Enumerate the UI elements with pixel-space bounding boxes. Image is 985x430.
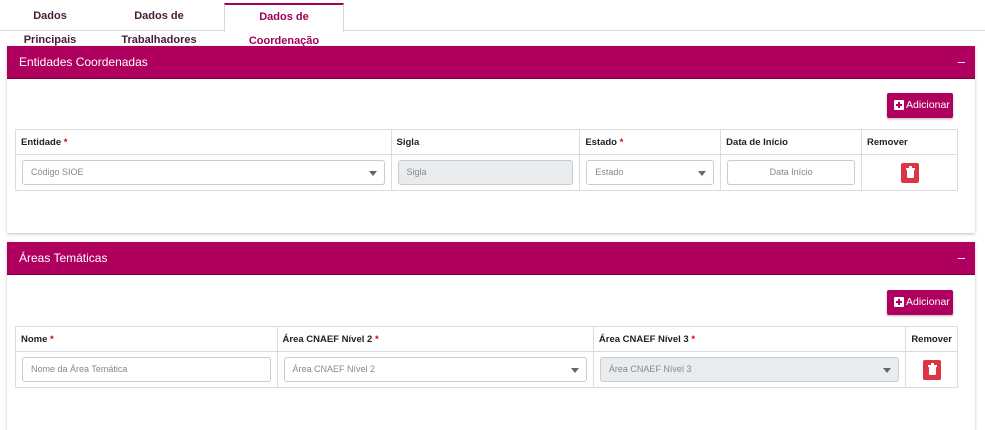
add-area-button[interactable]: Adicionar — [887, 290, 953, 315]
tab-dados-principais[interactable]: Dados Principais — [6, 4, 94, 46]
plus-square-icon — [894, 100, 904, 110]
col-nivel2: Área CNAEF Nível 2 * — [276, 326, 594, 352]
tab-bar: Dados Principais Dados de Trabalhadores … — [0, 0, 985, 47]
trash-icon — [928, 366, 936, 375]
col-nivel3: Área CNAEF Nível 3 * — [592, 326, 907, 352]
cell-nome: Nome da Área Temática — [15, 351, 278, 388]
estado-select-placeholder: Estado — [595, 167, 624, 177]
chevron-down-icon — [368, 171, 377, 176]
col-nome: Nome * — [15, 326, 278, 352]
nivel3-select: Área CNAEF Nível 3 — [599, 357, 900, 382]
entidade-select[interactable]: Código SIOE — [22, 160, 385, 185]
delete-area-button[interactable] — [922, 359, 941, 380]
entidades-panel-header: Entidades Coordenadas – — [7, 46, 975, 79]
add-entidade-button[interactable]: Adicionar — [887, 93, 953, 118]
cell-nivel2: Área CNAEF Nível 2 — [276, 351, 594, 388]
entidades-table: Entidade * Sigla Estado * Data de Início… — [15, 129, 958, 191]
nivel2-select-placeholder: Área CNAEF Nível 2 — [292, 364, 376, 374]
table-row: Código SIOE Sigla Estado Data Início — [15, 154, 958, 191]
plus-square-icon — [894, 297, 904, 307]
estado-select[interactable]: Estado — [586, 160, 715, 185]
cell-estado: Estado — [579, 154, 722, 191]
areas-panel: Áreas Temáticas – Adicionar Nome * Área … — [7, 242, 975, 430]
entidades-panel: Entidades Coordenadas – Adicionar Entida… — [7, 46, 975, 233]
trash-icon — [906, 169, 914, 178]
cell-data-inicio: Data Início — [720, 154, 863, 191]
nivel3-select-placeholder: Área CNAEF Nível 3 — [608, 364, 692, 374]
cell-nivel3: Área CNAEF Nível 3 — [592, 351, 907, 388]
collapse-icon[interactable]: – — [958, 54, 965, 69]
add-area-button-label: Adicionar — [906, 296, 950, 308]
nome-area-input[interactable]: Nome da Área Temática — [22, 357, 271, 382]
table-header-row: Nome * Área CNAEF Nível 2 * Área CNAEF N… — [15, 326, 958, 352]
chevron-down-icon — [698, 171, 707, 176]
cell-remover — [905, 351, 958, 388]
entidade-select-placeholder: Código SIOE — [31, 167, 84, 177]
cell-sigla: Sigla — [390, 154, 581, 191]
chevron-down-icon — [883, 368, 892, 373]
col-remover: Remover — [905, 326, 958, 352]
col-entidade: Entidade * — [15, 129, 392, 155]
delete-entidade-button[interactable] — [900, 162, 919, 183]
areas-panel-header: Áreas Temáticas – — [7, 242, 975, 275]
sigla-input: Sigla — [397, 160, 574, 185]
sigla-input-placeholder: Sigla — [406, 167, 427, 177]
data-inicio-input[interactable]: Data Início — [727, 160, 856, 185]
col-sigla: Sigla — [390, 129, 581, 155]
table-header-row: Entidade * Sigla Estado * Data de Início… — [15, 129, 958, 155]
cell-entidade: Código SIOE — [15, 154, 392, 191]
col-data-inicio: Data de Início — [720, 129, 863, 155]
table-row: Nome da Área Temática Área CNAEF Nível 2… — [15, 351, 958, 388]
entidades-panel-title: Entidades Coordenadas — [19, 55, 148, 69]
nivel2-select[interactable]: Área CNAEF Nível 2 — [283, 357, 587, 382]
areas-table: Nome * Área CNAEF Nível 2 * Área CNAEF N… — [15, 326, 958, 388]
tab-dados-coordenacao[interactable]: Dados de Coordenação — [224, 3, 344, 47]
nome-area-placeholder: Nome da Área Temática — [31, 364, 128, 374]
col-estado: Estado * — [579, 129, 722, 155]
areas-panel-title: Áreas Temáticas — [19, 251, 108, 265]
col-remover: Remover — [861, 129, 958, 155]
tab-dados-trabalhadores[interactable]: Dados de Trabalhadores — [100, 4, 218, 46]
data-inicio-placeholder: Data Início — [769, 167, 813, 177]
collapse-icon[interactable]: – — [958, 250, 965, 265]
add-entidade-button-label: Adicionar — [906, 99, 950, 111]
cell-remover — [861, 154, 958, 191]
chevron-down-icon — [570, 368, 579, 373]
